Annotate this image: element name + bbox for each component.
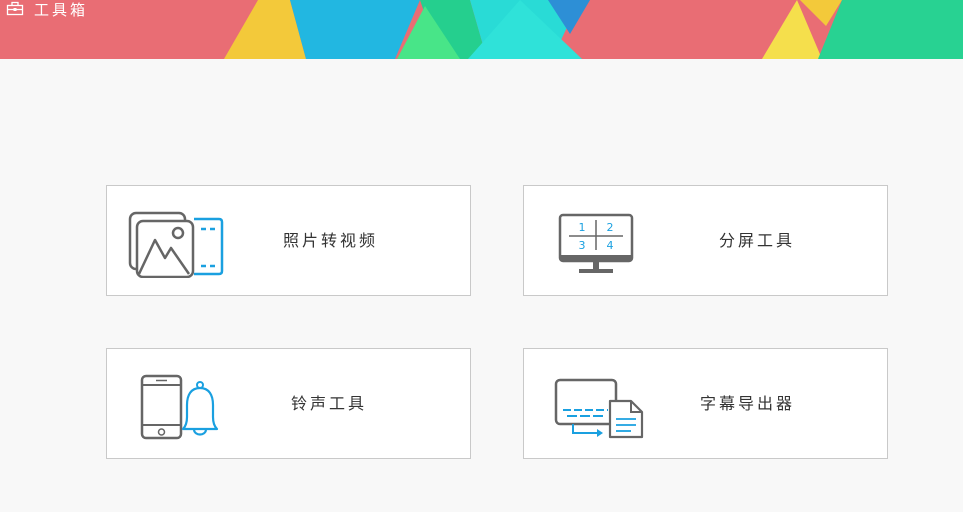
window-title: 工具箱 bbox=[6, 0, 88, 20]
header-banner: 工具箱 bbox=[0, 0, 963, 59]
window-title-text: 工具箱 bbox=[34, 1, 89, 19]
subtitle-export-card[interactable]: 字幕导出器 bbox=[523, 348, 888, 459]
split-screen-card[interactable]: 1 2 3 4 分屏工具 bbox=[523, 185, 888, 296]
quadrant-3: 3 bbox=[579, 239, 586, 252]
quadrant-2: 2 bbox=[607, 221, 614, 234]
quadrant-4: 4 bbox=[607, 239, 614, 252]
ringtone-card[interactable]: 铃声工具 bbox=[106, 348, 471, 459]
ringtone-label: 铃声工具 bbox=[291, 394, 368, 413]
toolbox-icon bbox=[6, 0, 24, 20]
banner-decoration bbox=[0, 0, 963, 59]
photo-to-video-icon bbox=[127, 208, 227, 282]
split-screen-icon: 1 2 3 4 bbox=[557, 212, 635, 280]
quadrant-1: 1 bbox=[579, 221, 586, 234]
subtitle-export-icon bbox=[553, 377, 647, 447]
ringtone-icon bbox=[139, 373, 225, 445]
photo-to-video-label: 照片转视频 bbox=[283, 231, 379, 250]
subtitle-export-label: 字幕导出器 bbox=[700, 394, 796, 413]
photo-to-video-card[interactable]: 照片转视频 bbox=[106, 185, 471, 296]
split-screen-label: 分屏工具 bbox=[719, 231, 796, 250]
